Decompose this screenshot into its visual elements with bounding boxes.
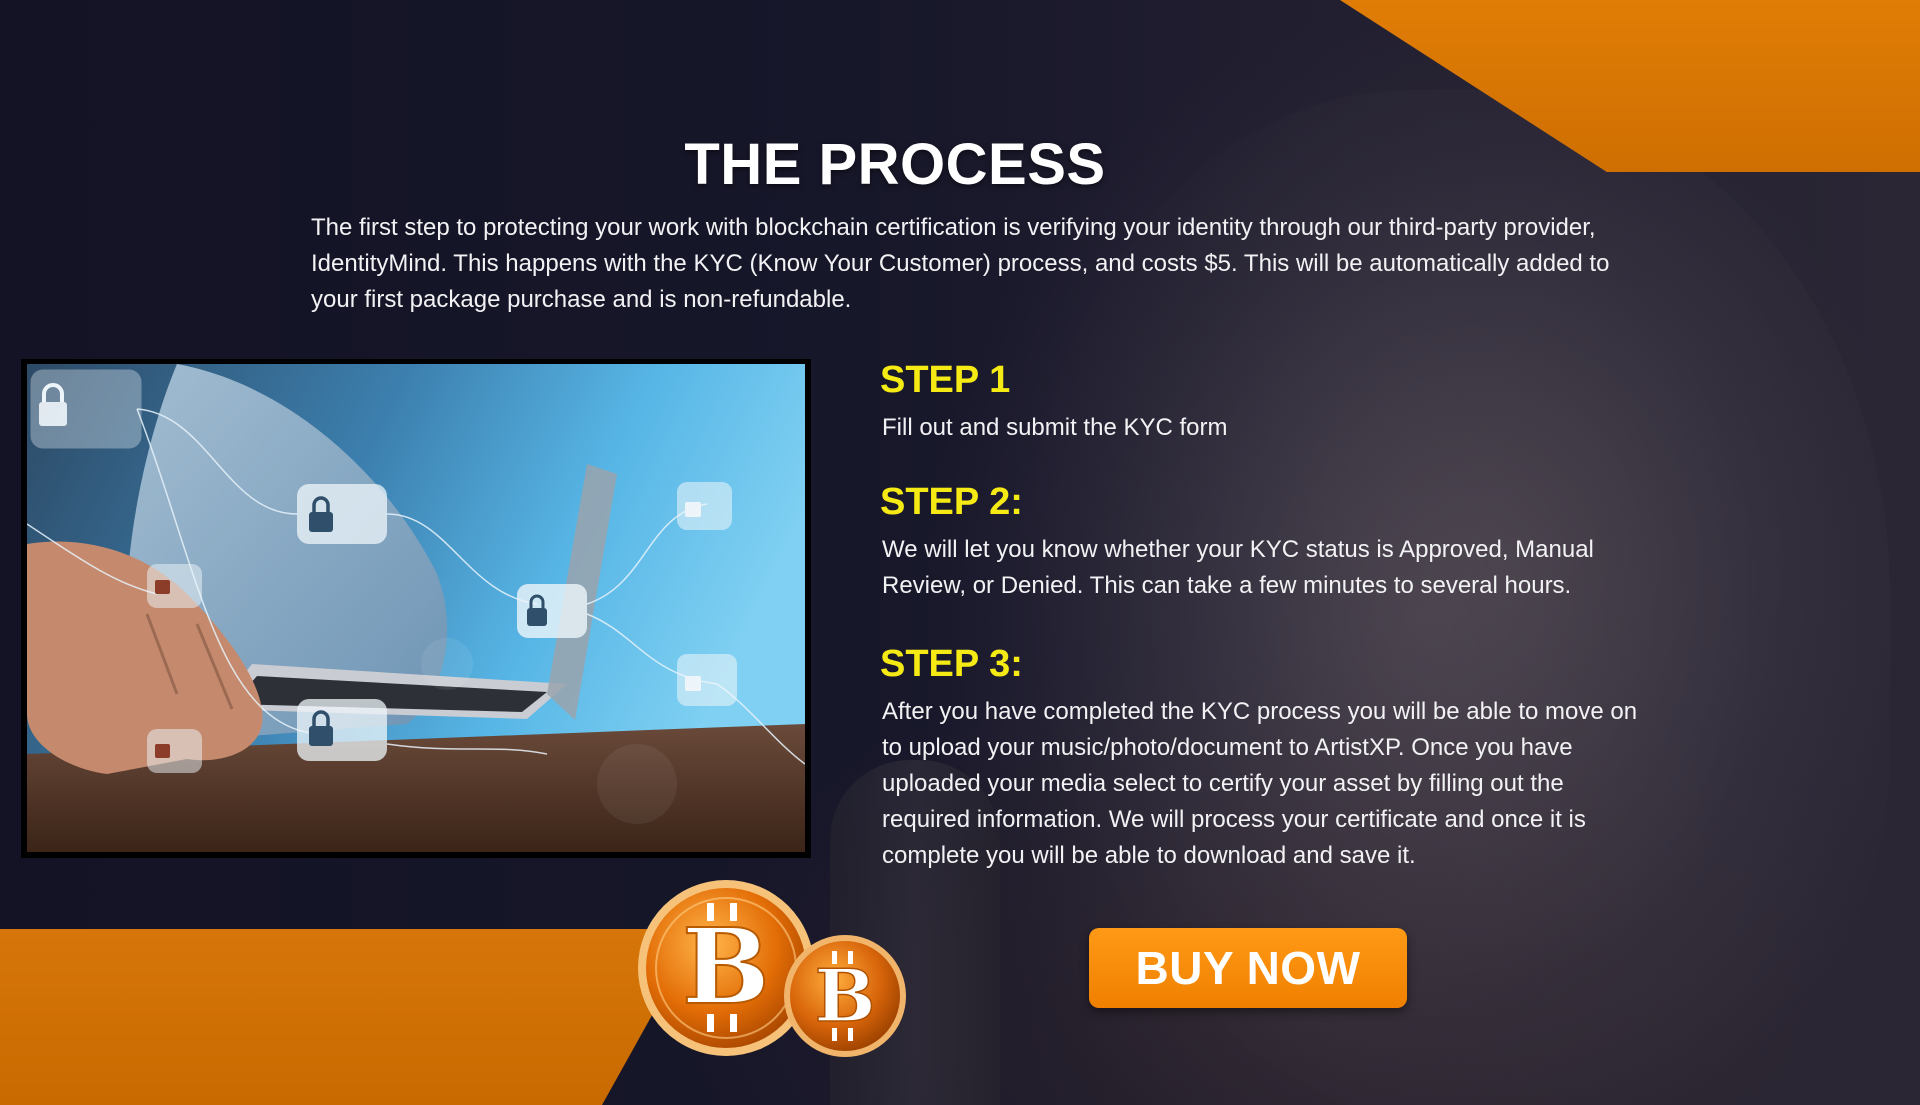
intro-paragraph: The first step to protecting your work w…: [311, 214, 1610, 313]
bitcoin-coin-icon: B: [784, 935, 906, 1057]
step-1: STEP 1 Fill out and submit the KYC form: [880, 358, 1640, 446]
padlock-icon: [147, 729, 202, 773]
step-heading: STEP 3:: [880, 643, 1023, 685]
padlock-icon: [677, 654, 737, 706]
bitcoin-coin-icon: B: [638, 880, 814, 1056]
section-title: THE PROCESS: [684, 131, 1106, 197]
padlock-icon: [147, 564, 202, 608]
padlock-icon: [517, 584, 587, 638]
padlock-icon: [297, 484, 387, 544]
steps-list: STEP 1 Fill out and submit the KYC form …: [880, 358, 1640, 908]
step-description: We will let you know whether your KYC st…: [882, 536, 1594, 599]
bitcoin-coins: B B: [638, 880, 906, 1057]
blockchain-photo: [27, 364, 805, 852]
svg-text:B: B: [815, 953, 876, 1038]
step-description: Fill out and submit the KYC form: [882, 414, 1228, 441]
step-3: STEP 3: After you have completed the KYC…: [880, 642, 1640, 874]
step-description: After you have completed the KYC process…: [882, 698, 1638, 869]
svg-text:B: B: [682, 905, 770, 1028]
step-2: STEP 2: We will let you know whether you…: [880, 480, 1640, 604]
buy-now-button[interactable]: BUY NOW: [1089, 928, 1407, 1008]
step-heading: STEP 1: [880, 359, 1011, 401]
blockchain-photo-frame: [21, 359, 811, 858]
step-heading: STEP 2:: [880, 481, 1023, 523]
process-page: THE PROCESS The first step to protecting…: [0, 0, 1920, 1105]
padlock-icon: [677, 482, 732, 530]
padlock-icon: [30, 369, 142, 449]
padlock-icon: [297, 699, 387, 761]
orange-band-bottom: [0, 929, 700, 1105]
